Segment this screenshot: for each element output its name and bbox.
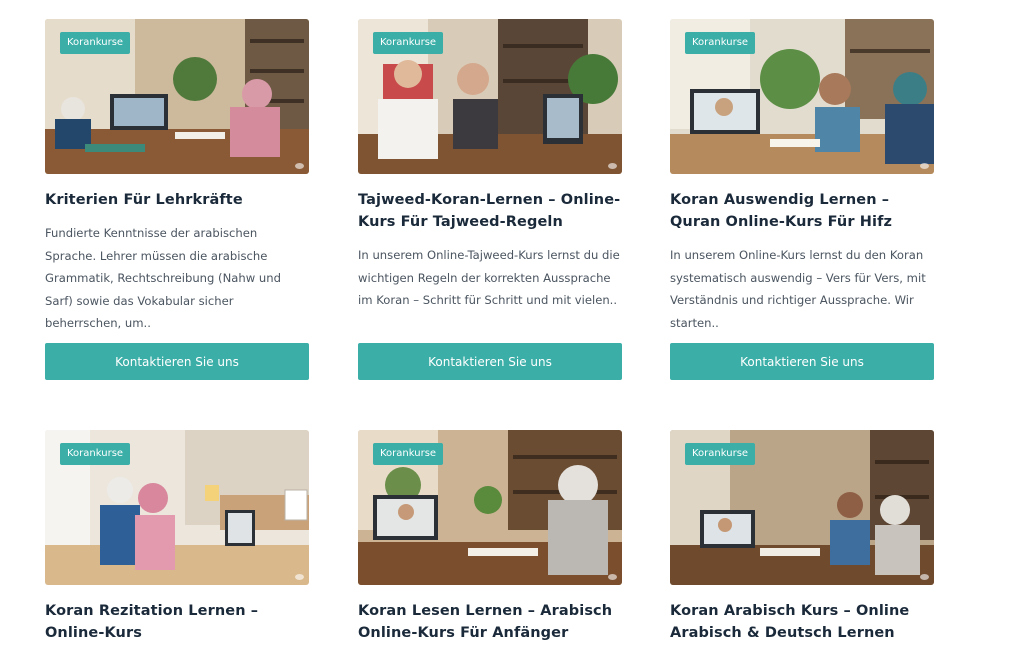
category-badge[interactable]: Korankurse <box>373 32 444 54</box>
video-indicator-icon <box>608 574 617 580</box>
course-thumbnail[interactable]: Korankurse <box>45 430 309 585</box>
contact-button[interactable]: Kontaktieren Sie uns <box>45 343 309 380</box>
course-thumbnail[interactable]: Korankurse <box>670 430 934 585</box>
course-thumbnail[interactable]: Korankurse <box>358 430 622 585</box>
category-badge[interactable]: Korankurse <box>685 443 756 465</box>
course-title[interactable]: Koran Arabisch Kurs – Online Arabisch & … <box>670 600 934 644</box>
course-title[interactable]: Tajweed-Koran-Lernen – Online-Kurs Für T… <box>358 189 622 233</box>
course-card: Korankurse Kriterien Für Lehrkräfte Fund… <box>45 19 309 380</box>
course-card: Korankurse Tajweed-Koran-Lernen – Online… <box>358 19 622 380</box>
course-thumbnail[interactable]: Korankurse <box>670 19 934 174</box>
course-description: In unserem Online-Kurs lernst du den Kor… <box>670 248 926 330</box>
course-card: Korankurse Koran Rezitation Lernen – Onl… <box>45 430 309 644</box>
category-badge[interactable]: Korankurse <box>60 443 131 465</box>
video-indicator-icon <box>295 163 304 169</box>
course-thumbnail[interactable]: Korankurse <box>358 19 622 174</box>
contact-button[interactable]: Kontaktieren Sie uns <box>358 343 622 380</box>
category-badge[interactable]: Korankurse <box>60 32 131 54</box>
course-title[interactable]: Koran Auswendig Lernen – Quran Online-Ku… <box>670 189 934 233</box>
course-title[interactable]: Kriterien Für Lehrkräfte <box>45 189 309 211</box>
video-indicator-icon <box>920 574 929 580</box>
course-description: Fundierte Kenntnisse der arabischen Spra… <box>45 226 281 330</box>
category-badge[interactable]: Korankurse <box>685 32 756 54</box>
course-thumbnail[interactable]: Korankurse <box>45 19 309 174</box>
course-description: In unserem Online-Tajweed-Kurs lernst du… <box>358 248 620 307</box>
course-title[interactable]: Koran Rezitation Lernen – Online-Kurs <box>45 600 309 644</box>
contact-button[interactable]: Kontaktieren Sie uns <box>670 343 934 380</box>
video-indicator-icon <box>295 574 304 580</box>
course-card: Korankurse Koran Lesen Lernen – Arabisch… <box>358 430 622 644</box>
course-card: Korankurse Koran Arabisch Kurs – Online … <box>670 430 934 644</box>
category-badge[interactable]: Korankurse <box>373 443 444 465</box>
course-title[interactable]: Koran Lesen Lernen – Arabisch Online-Kur… <box>358 600 622 644</box>
course-card: Korankurse Koran Auswendig Lernen – Qura… <box>670 19 934 380</box>
video-indicator-icon <box>608 163 617 169</box>
video-indicator-icon <box>920 163 929 169</box>
